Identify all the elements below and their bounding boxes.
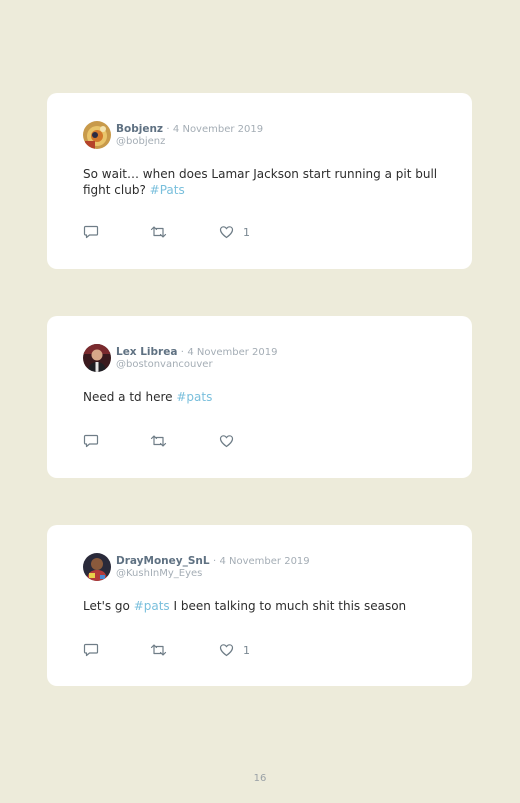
author-handle[interactable]: @KushInMy_Eyes <box>116 568 202 580</box>
like-icon <box>219 435 234 448</box>
tweet-date[interactable]: 4 November 2019 <box>187 347 277 358</box>
separator: · <box>180 347 184 358</box>
tweet-text-tail: I been talking to much shit this season <box>169 599 407 613</box>
tweet-card: DrayMoney_SnL · 4 November 2019 @KushInM… <box>47 525 472 686</box>
retweet-button[interactable] <box>150 224 167 240</box>
tweet-date[interactable]: 4 November 2019 <box>219 556 309 567</box>
retweet-button[interactable] <box>150 433 167 449</box>
retweet-icon <box>150 644 167 656</box>
author-name[interactable]: DrayMoney_SnL <box>116 555 210 567</box>
tweet-text-body: Need a td here <box>83 390 177 404</box>
like-button[interactable]: 1 <box>219 642 250 658</box>
tweet-text: So wait… when does Lamar Jackson start r… <box>83 167 443 198</box>
tweet-text-body: So wait… when does Lamar Jackson start r… <box>83 167 438 197</box>
retweet-icon <box>150 435 167 447</box>
avatar[interactable] <box>83 121 111 149</box>
retweet-button[interactable] <box>150 642 167 658</box>
page-number: 16 <box>253 773 267 784</box>
hashtag-link[interactable]: #pats <box>176 390 212 404</box>
separator: · <box>212 556 217 567</box>
tweet-date[interactable]: 4 November 2019 <box>173 124 263 135</box>
like-icon <box>219 226 234 239</box>
tweet-card: Lex Librea · 4 November 2019 @bostonvanc… <box>47 316 472 478</box>
author-handle[interactable]: @bostonvancouver <box>116 359 213 371</box>
like-button[interactable]: 1 <box>219 224 250 240</box>
author-handle[interactable]: @bobjenz <box>116 136 165 148</box>
like-count: 1 <box>243 643 250 657</box>
hashtag-link[interactable]: #pats <box>134 599 170 613</box>
retweet-icon <box>150 226 167 238</box>
separator: · <box>166 124 170 135</box>
like-count: 1 <box>243 225 250 239</box>
reply-icon <box>83 434 99 448</box>
tweet-text-body: Let's go <box>83 599 134 613</box>
reply-button[interactable] <box>83 433 99 449</box>
reply-button[interactable] <box>83 642 99 658</box>
avatar[interactable] <box>83 553 111 581</box>
author-line: Lex Librea · 4 November 2019 <box>116 346 278 359</box>
reply-button[interactable] <box>83 224 99 240</box>
hashtag-link[interactable]: #Pats <box>150 183 185 197</box>
tweet-card: Bobjenz · 4 November 2019 @bobjenz So wa… <box>47 93 472 269</box>
like-button[interactable] <box>219 433 234 449</box>
reply-icon <box>83 643 99 657</box>
reply-icon <box>83 225 99 239</box>
like-icon <box>219 644 234 657</box>
author-name[interactable]: Bobjenz <box>116 123 163 135</box>
tweet-text: Let's go #pats I been talking to much sh… <box>83 599 443 615</box>
avatar[interactable] <box>83 344 111 372</box>
author-line: Bobjenz · 4 November 2019 <box>116 123 263 136</box>
tweet-text: Need a td here #pats <box>83 390 443 406</box>
author-line: DrayMoney_SnL · 4 November 2019 <box>116 555 310 568</box>
author-name[interactable]: Lex Librea <box>116 346 177 358</box>
